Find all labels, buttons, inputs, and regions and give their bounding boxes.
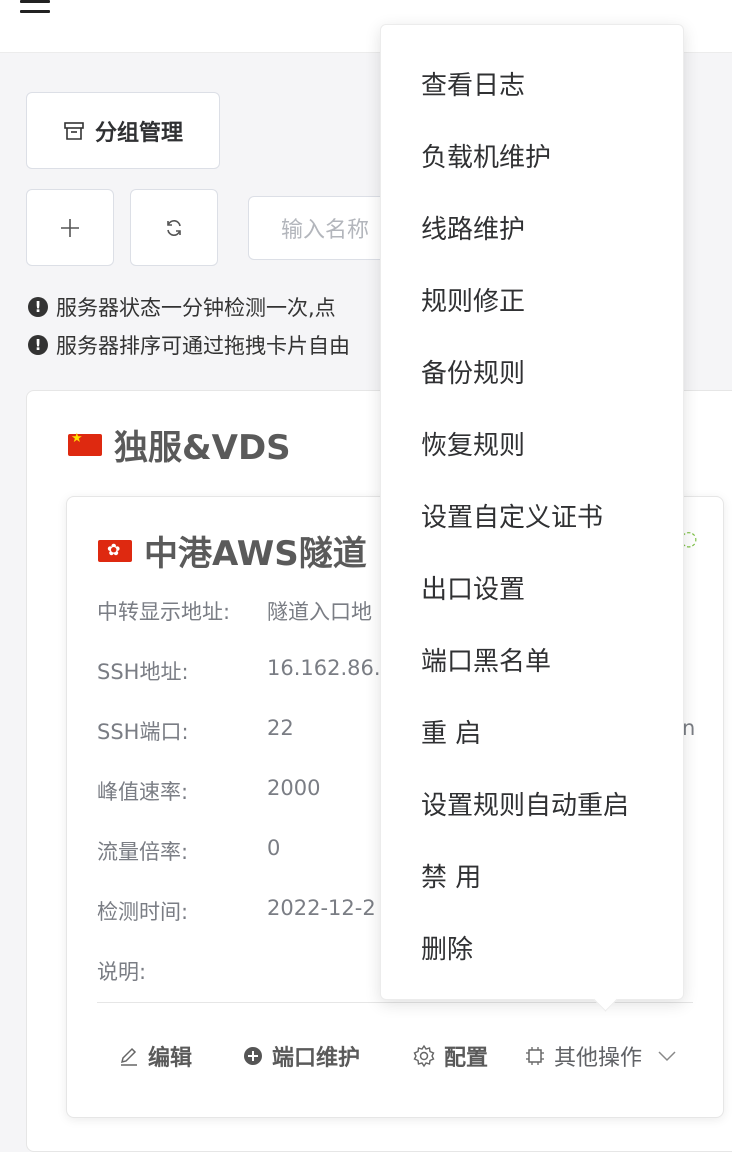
chevron-down-icon (658, 1051, 676, 1062)
notice-text: 服务器状态一分钟检测一次,点 (56, 296, 336, 320)
edit-label: 编辑 (148, 1046, 193, 1071)
field-peak-rate: 峰值速率: 2000 (97, 776, 320, 806)
menu-item-restore-rules[interactable]: 恢复规则 (421, 425, 525, 462)
menu-item-rule-fix[interactable]: 规则修正 (421, 281, 525, 318)
menu-item-port-blacklist[interactable]: 端口黑名单 (421, 641, 551, 678)
field-ssh-port: SSH端口: 22 (97, 716, 294, 746)
archive-box-icon (64, 121, 84, 140)
hong-kong-flag-icon (98, 539, 132, 562)
field-description: 说明: (97, 956, 146, 986)
add-button[interactable] (26, 189, 114, 266)
notice-status: ! 服务器状态一分钟检测一次,点 (28, 292, 336, 322)
menu-item-disable[interactable]: 禁 用 (421, 857, 481, 894)
edit-icon (120, 1047, 137, 1066)
field-traffic-ratio: 流量倍率: 0 (97, 836, 280, 866)
plus-icon (61, 218, 79, 237)
menu-item-auto-restart[interactable]: 设置规则自动重启 (421, 785, 629, 822)
refresh-icon (167, 219, 181, 236)
field-label: 流量倍率: (97, 840, 189, 864)
group-manage-label: 分组管理 (94, 120, 183, 146)
field-label: 说明: (97, 960, 147, 984)
field-value: 2000 (267, 776, 321, 800)
refresh-button[interactable] (130, 189, 218, 266)
menu-item-custom-certificate[interactable]: 设置自定义证书 (421, 497, 603, 534)
menu-item-backup-rules[interactable]: 备份规则 (421, 353, 525, 390)
other-actions-label: 其他操作 (554, 1046, 643, 1071)
field-label: 中转显示地址: (97, 600, 231, 624)
notice-sort: ! 服务器排序可通过拖拽卡片自由 (28, 330, 350, 360)
edit-button[interactable]: 编辑 (118, 1040, 192, 1072)
china-flag-icon (68, 431, 102, 456)
exclamation-icon: ! (28, 297, 48, 317)
other-actions-button[interactable]: 其他操作 (524, 1040, 678, 1072)
group-title-text: 独服&VDS (114, 428, 291, 468)
field-value: 隧道入口地 (267, 600, 372, 624)
hamburger-menu-icon[interactable] (20, 0, 52, 16)
server-title-text: 中港AWS隧道 (144, 534, 367, 574)
field-label: 检测时间: (97, 900, 189, 924)
field-check-time: 检测时间: 2022-12-2 (97, 896, 376, 926)
field-label: SSH端口: (97, 720, 189, 744)
other-actions-dropdown: 查看日志 负载机维护 线路维护 规则修正 备份规则 恢复规则 设置自定义证书 出… (380, 24, 684, 1000)
field-value: 22 (267, 716, 294, 740)
chip-icon (526, 1047, 544, 1065)
gear-icon (413, 1044, 435, 1068)
config-label: 配置 (444, 1046, 489, 1071)
menu-item-exit-settings[interactable]: 出口设置 (421, 569, 525, 606)
field-label: SSH地址: (97, 660, 189, 684)
notice-text: 服务器排序可通过拖拽卡片自由 (56, 334, 350, 358)
field-value: 16.162.86. (267, 656, 381, 680)
group-manage-button[interactable]: 分组管理 (26, 92, 220, 169)
server-title: 中港AWS隧道 (98, 526, 367, 575)
port-maintenance-label: 端口维护 (272, 1046, 361, 1071)
menu-item-line-maintenance[interactable]: 线路维护 (421, 209, 525, 246)
menu-item-delete[interactable]: 删除 (421, 929, 473, 966)
menu-item-view-log[interactable]: 查看日志 (421, 65, 525, 102)
port-maintenance-button[interactable]: 端口维护 (242, 1040, 360, 1072)
menu-item-restart[interactable]: 重 启 (421, 713, 481, 750)
field-value: 0 (267, 836, 281, 860)
menu-item-load-machine-maintenance[interactable]: 负载机维护 (421, 137, 551, 174)
search-placeholder: 输入名称 (281, 218, 370, 243)
plus-circle-icon (244, 1047, 262, 1065)
exclamation-icon: ! (28, 335, 48, 355)
field-label: 峰值速率: (97, 780, 189, 804)
field-ssh-address: SSH地址: 16.162.86. (97, 656, 381, 686)
field-relay-address: 中转显示地址: 隧道入口地 (97, 596, 372, 626)
group-title: 独服&VDS (68, 420, 291, 469)
field-value: 2022-12-2 (267, 896, 376, 920)
config-button[interactable]: 配置 (412, 1040, 488, 1072)
